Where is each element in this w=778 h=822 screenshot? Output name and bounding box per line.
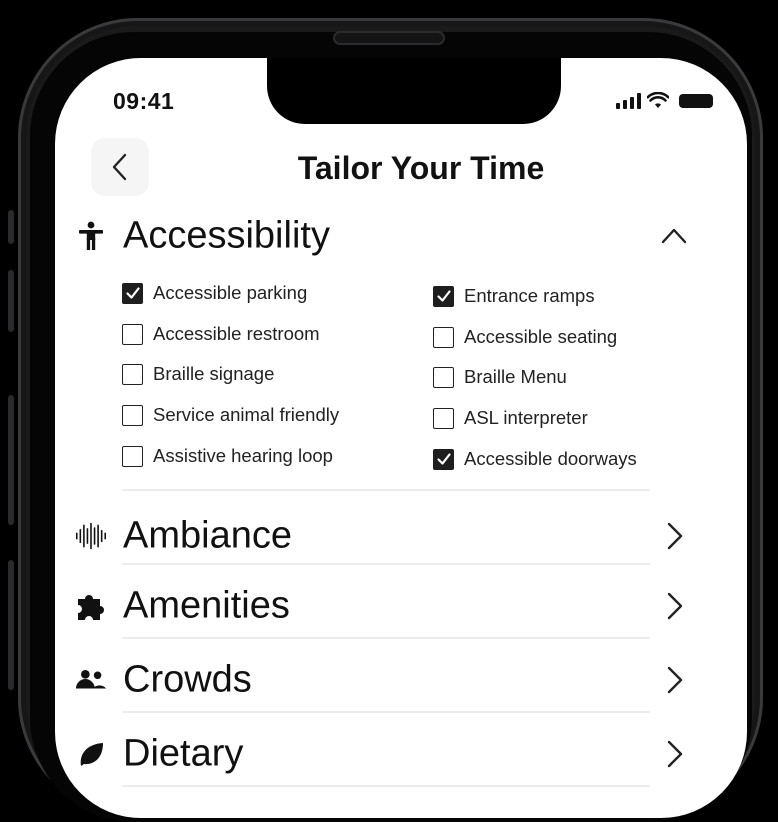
section-label: Ambiance [123,514,292,557]
checkbox-item[interactable]: ASL interpreter [433,407,588,429]
section-label: Crowds [123,658,252,701]
status-icons [616,92,713,109]
notch [267,58,561,124]
wifi-icon [647,92,669,108]
checkmark-icon [436,453,451,465]
checkbox-checked[interactable] [122,282,143,304]
chevron-up-icon [661,228,687,244]
section-label: Dietary [123,732,244,775]
checkbox-checked[interactable] [433,448,454,470]
checkbox-unchecked[interactable] [122,445,143,467]
checkbox-item[interactable]: Service animal friendly [122,404,339,426]
cellular-signal-icon [616,92,641,109]
chevron-right-icon [667,522,683,550]
checkbox-item[interactable]: Braille Menu [433,366,567,388]
section-ambiance[interactable]: Ambiance [55,508,747,564]
checkbox-unchecked[interactable] [433,326,454,348]
screen: 09:41 Tailor Your Time Accessibility Acc… [55,58,747,818]
checkbox-label: Service animal friendly [153,404,340,425]
checkbox-label: ASL interpreter [464,407,588,428]
chevron-right-icon [667,666,683,694]
side-button [8,560,14,690]
battery-icon [679,93,713,108]
checkbox-item[interactable]: Accessible doorways [433,448,637,470]
divider [122,711,650,713]
checkmark-icon [125,287,140,299]
checkbox-label: Braille Menu [464,366,567,387]
checkbox-label: Assistive hearing loop [153,445,333,466]
checkbox-item[interactable]: Assistive hearing loop [122,445,333,467]
section-label: Amenities [123,584,290,627]
checkbox-checked[interactable] [433,285,454,307]
divider [122,563,650,565]
checkbox-unchecked[interactable] [433,407,454,429]
checkbox-label: Accessible parking [153,282,308,303]
accessibility-icon [75,220,107,252]
volume-up-button [8,270,14,332]
checkbox-item[interactable]: Accessible restroom [122,323,320,345]
section-crowds[interactable]: Crowds [55,652,747,708]
puzzle-icon [75,590,107,622]
people-icon [75,664,107,696]
section-amenities[interactable]: Amenities [55,578,747,634]
checkbox-item[interactable]: Accessible seating [433,326,617,348]
checkbox-item[interactable]: Braille signage [122,363,274,385]
checkbox-unchecked[interactable] [122,323,143,345]
checkbox-label: Braille signage [153,363,275,384]
page-title: Tailor Your Time [297,150,545,186]
checkbox-unchecked[interactable] [122,363,143,385]
checkbox-label: Accessible doorways [464,448,637,469]
checkbox-unchecked[interactable] [122,404,143,426]
checkbox-label: Entrance ramps [464,285,595,306]
status-time: 09:41 [113,88,175,114]
volume-switch [8,210,14,244]
checkmark-icon [436,290,451,302]
section-accessibility-header[interactable]: Accessibility [55,208,747,264]
checkbox-item[interactable]: Entrance ramps [433,285,595,307]
soundwave-icon [75,520,107,552]
section-label: Accessibility [123,214,330,257]
checkbox-label: Accessible seating [464,326,618,347]
checkbox-unchecked[interactable] [433,366,454,388]
chevron-right-icon [667,592,683,620]
checkbox-label: Accessible restroom [153,323,320,344]
speaker-grille [333,31,445,45]
checkbox-item[interactable]: Accessible parking [122,282,307,304]
divider [122,637,650,639]
section-dietary[interactable]: Dietary [55,726,747,782]
divider [122,785,650,787]
divider [122,489,650,491]
volume-down-button [8,395,14,525]
leaf-icon [75,738,107,770]
chevron-right-icon [667,740,683,768]
